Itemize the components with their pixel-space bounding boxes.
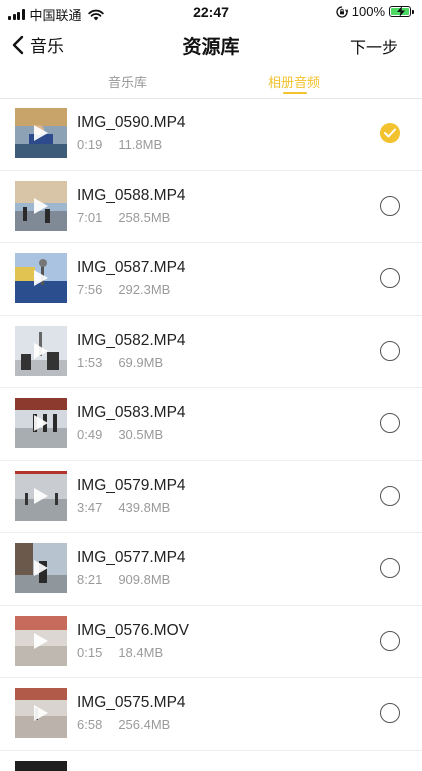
active-tab-indicator: [283, 92, 307, 94]
video-thumbnail: [15, 688, 67, 738]
video-meta: 3:47 439.8MB: [77, 500, 170, 515]
back-label: 音乐: [30, 37, 64, 56]
video-duration: 7:01: [77, 209, 103, 225]
video-name: IMG_0590.MP4: [77, 114, 186, 131]
video-name: IMG_0587.MP4: [77, 259, 186, 276]
video-duration: 8:21: [77, 572, 103, 587]
video-size: 292.3MB: [118, 282, 171, 297]
battery-charging-icon: [389, 6, 411, 17]
play-icon: [34, 125, 48, 141]
bolt-icon: [397, 6, 405, 17]
video-size: 439.8MB: [118, 499, 171, 515]
checkmark-icon: [384, 128, 396, 138]
video-size: 258.5MB: [118, 209, 171, 225]
select-checkbox[interactable]: [380, 558, 400, 578]
play-icon: [34, 415, 48, 431]
video-thumbnail: [15, 398, 67, 448]
select-checkbox[interactable]: [380, 195, 400, 216]
list-item[interactable]: IMG_0582.MP4 1:53 69.9MB: [0, 316, 422, 388]
play-icon: [34, 197, 48, 214]
chevron-left-icon: [12, 35, 24, 54]
video-size: 11.8MB: [118, 137, 163, 152]
video-meta: 8:21 909.8MB: [77, 572, 170, 587]
video-name: IMG_0577.MP4: [77, 549, 186, 566]
list-item[interactable]: IMG_0579.MP4 3:47 439.8MB: [0, 461, 422, 533]
play-icon: [34, 632, 48, 649]
select-checkbox[interactable]: [380, 123, 400, 143]
video-duration: 7:56: [77, 282, 103, 297]
status-right: 100%: [336, 4, 414, 19]
video-meta: 0:15 18.4MB: [77, 645, 163, 660]
list-item[interactable]: IMG_0590.MP4 0:19 11.8MB: [0, 98, 422, 171]
video-duration: 0:49: [77, 427, 103, 442]
video-name: IMG_0575.MP4: [77, 694, 186, 711]
select-checkbox[interactable]: [380, 703, 400, 723]
video-name: IMG_0582.MP4: [77, 331, 186, 349]
video-size: 69.9MB: [118, 354, 164, 370]
list-item[interactable]: IMG_0583.MP4 0:49 30.5MB: [0, 388, 422, 461]
video-duration: 0:15: [77, 644, 103, 660]
video-meta: 7:01 258.5MB: [77, 210, 170, 225]
video-duration: 0:19: [77, 137, 103, 152]
nav-bar: 音乐 资源库 下一步: [0, 26, 422, 64]
video-thumbnail: [15, 325, 67, 376]
video-thumbnail: [15, 253, 67, 303]
battery-cap: [412, 9, 414, 14]
video-meta: 1:53 69.9MB: [77, 355, 163, 370]
battery-percent: 100%: [351, 4, 385, 19]
status-bar: 中国联通 22:47 100%: [0, 0, 422, 26]
video-name: IMG_0576.MOV: [77, 621, 189, 639]
video-thumbnail: [15, 180, 67, 231]
select-checkbox[interactable]: [380, 485, 400, 506]
video-list: IMG_0590.MP4 0:19 11.8MB IMG_0588.MP4 7:0…: [0, 98, 422, 771]
list-item[interactable]: IMG_0576.MOV 0:15 18.4MB: [0, 606, 422, 678]
next-step-button[interactable]: 下一步: [350, 34, 398, 58]
video-thumbnail: [15, 108, 67, 158]
play-icon: [34, 560, 48, 576]
video-thumbnail: [15, 470, 67, 521]
video-size: 909.8MB: [118, 572, 171, 587]
video-duration: 3:47: [77, 499, 103, 515]
video-thumbnail: [15, 543, 67, 593]
video-duration: 6:58: [77, 717, 103, 732]
video-thumbnail: [15, 615, 67, 666]
video-duration: 1:53: [77, 354, 103, 370]
select-checkbox[interactable]: [380, 340, 400, 361]
video-size: 256.4MB: [118, 717, 171, 732]
video-meta: 6:58 256.4MB: [77, 717, 170, 732]
video-name: IMG_0579.MP4: [77, 476, 186, 494]
tab-album-audio[interactable]: 相册音频: [268, 72, 320, 91]
source-tabs: 音乐库 相册音频: [0, 64, 422, 99]
list-item[interactable]: IMG_0588.MP4 7:01 258.5MB: [0, 171, 422, 243]
list-item[interactable]: IMG_0587.MP4 7:56 292.3MB: [0, 243, 422, 316]
rotation-lock-icon: [336, 5, 348, 18]
list-item[interactable]: IMG_0577.MP4 8:21 909.8MB: [0, 533, 422, 606]
video-name: IMG_0583.MP4: [77, 404, 186, 421]
list-item[interactable]: [0, 751, 422, 771]
video-size: 30.5MB: [118, 427, 164, 442]
select-checkbox[interactable]: [380, 630, 400, 651]
play-icon: [34, 487, 48, 504]
play-icon: [34, 270, 48, 286]
play-icon: [34, 705, 48, 721]
video-thumbnail: [15, 760, 67, 771]
video-size: 18.4MB: [118, 644, 164, 660]
video-meta: 0:19 11.8MB: [77, 137, 162, 152]
play-icon: [34, 342, 48, 359]
tab-music-library[interactable]: 音乐库: [108, 72, 147, 91]
back-button[interactable]: 音乐: [12, 32, 64, 57]
video-name: IMG_0588.MP4: [77, 186, 186, 204]
video-meta: 7:56 292.3MB: [77, 282, 170, 297]
select-checkbox[interactable]: [380, 413, 400, 433]
list-item[interactable]: IMG_0575.MP4 6:58 256.4MB: [0, 678, 422, 751]
video-meta: 0:49 30.5MB: [77, 427, 163, 442]
select-checkbox[interactable]: [380, 268, 400, 288]
